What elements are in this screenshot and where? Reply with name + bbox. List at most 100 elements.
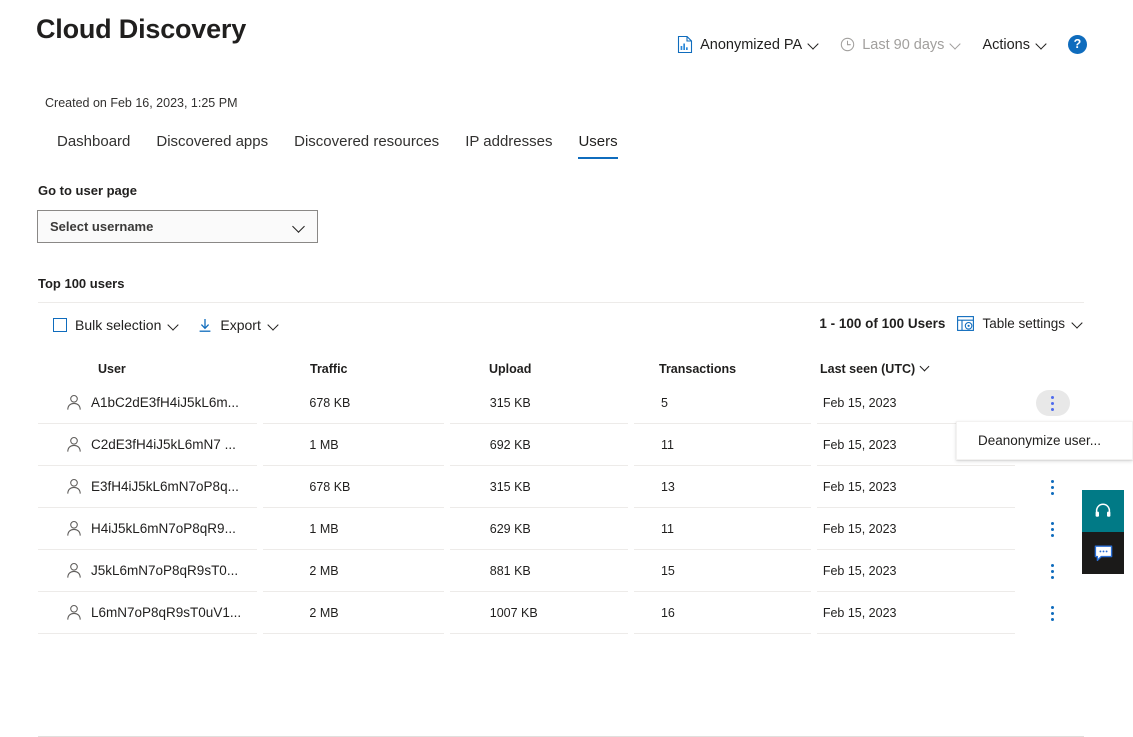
- table-row[interactable]: J5kL6mN7oP8qR9sT0... 2 MB 881 KB 15 Feb …: [38, 550, 1084, 592]
- cell-row-menu: [1021, 508, 1084, 550]
- cell-transactions: 15: [633, 550, 811, 592]
- result-count: 1 - 100 of 100 Users: [819, 316, 946, 331]
- avatar-icon: [66, 436, 82, 453]
- avatar-icon: [66, 478, 82, 495]
- more-options-icon: [1051, 479, 1055, 495]
- cell-last-seen: Feb 15, 2023: [816, 508, 1016, 550]
- column-header-upload[interactable]: Upload: [449, 355, 632, 382]
- tab-discovered-resources[interactable]: Discovered resources: [281, 133, 452, 159]
- table-row[interactable]: C2dE3fH4iJ5kL6mN7 ... 1 MB 692 KB 11 Feb…: [38, 424, 1084, 466]
- table-row[interactable]: H4iJ5kL6mN7oP8qR9... 1 MB 629 KB 11 Feb …: [38, 508, 1084, 550]
- row-menu-button[interactable]: [1036, 600, 1070, 626]
- actions-menu[interactable]: Actions: [972, 34, 1058, 56]
- bulk-selection-label: Bulk selection: [75, 317, 162, 333]
- cell-traffic: 1 MB: [263, 424, 444, 466]
- checkbox-icon[interactable]: [53, 318, 67, 332]
- more-options-icon: [1051, 563, 1055, 579]
- chevron-down-icon: [1073, 318, 1084, 329]
- chevron-down-icon: [169, 320, 180, 331]
- bulk-selection-button[interactable]: Bulk selection: [44, 315, 189, 335]
- cell-user: J5kL6mN7oP8qR9sT0...: [38, 550, 258, 592]
- cell-transactions: 11: [633, 508, 811, 550]
- cell-last-seen: Feb 15, 2023: [816, 382, 1016, 424]
- sort-descending-icon: [921, 363, 932, 374]
- chevron-down-icon: [269, 320, 280, 331]
- chevron-down-icon: [1037, 39, 1048, 50]
- column-header-user[interactable]: User: [38, 355, 264, 382]
- help-icon[interactable]: ?: [1068, 35, 1087, 54]
- cell-last-seen: Feb 15, 2023: [816, 466, 1016, 508]
- headset-icon: [1094, 502, 1112, 520]
- context-menu-item-deanonymize[interactable]: Deanonymize user...: [978, 433, 1101, 448]
- column-header-traffic[interactable]: Traffic: [264, 355, 449, 382]
- cell-transactions: 13: [633, 466, 811, 508]
- cell-traffic: 2 MB: [263, 592, 444, 634]
- report-selector[interactable]: Anonymized PA: [667, 33, 830, 56]
- cell-transactions: 16: [633, 592, 811, 634]
- users-table: User Traffic Upload Transactions Last se…: [38, 355, 1084, 737]
- column-header-menu: [1019, 355, 1084, 382]
- user-name: H4iJ5kL6mN7oP8qR9...: [91, 521, 236, 536]
- chat-icon: [1094, 545, 1113, 562]
- column-header-last-seen[interactable]: Last seen (UTC): [814, 355, 1019, 382]
- tab-dashboard[interactable]: Dashboard: [44, 133, 143, 159]
- cell-upload: 881 KB: [449, 550, 628, 592]
- cell-upload: 629 KB: [449, 508, 628, 550]
- export-label: Export: [220, 317, 261, 333]
- chevron-down-icon: [951, 39, 962, 50]
- cell-user: C2dE3fH4iJ5kL6mN7 ...: [38, 424, 258, 466]
- row-menu-button[interactable]: [1036, 558, 1070, 584]
- date-range-label: Last 90 days: [862, 36, 945, 53]
- table-settings-icon: [957, 316, 975, 331]
- table-row[interactable]: L6mN7oP8qR9sT0uV1... 2 MB 1007 KB 16 Feb…: [38, 592, 1084, 634]
- tab-ip-addresses[interactable]: IP addresses: [452, 133, 565, 159]
- more-options-icon: [1051, 521, 1055, 537]
- cell-user: L6mN7oP8qR9sT0uV1...: [38, 592, 258, 634]
- cell-traffic: 1 MB: [263, 508, 444, 550]
- cell-upload: 315 KB: [449, 466, 628, 508]
- report-selector-label: Anonymized PA: [700, 36, 803, 53]
- cell-transactions: 11: [633, 424, 811, 466]
- user-name: L6mN7oP8qR9sT0uV1...: [91, 605, 242, 620]
- cell-row-menu: [1021, 382, 1084, 424]
- cloud-discovery-page: Cloud Discovery Anonymized PA Last 90 da…: [0, 0, 1133, 737]
- avatar-icon: [66, 520, 82, 537]
- table-row[interactable]: E3fH4iJ5kL6mN7oP8q... 678 KB 315 KB 13 F…: [38, 466, 1084, 508]
- go-to-user-page-label: Go to user page: [38, 183, 137, 198]
- page-title: Cloud Discovery: [36, 14, 247, 44]
- feedback-button[interactable]: [1082, 532, 1124, 574]
- table-row[interactable]: A1bC2dE3fH4iJ5kL6m... 678 KB 315 KB 5 Fe…: [38, 382, 1084, 424]
- tab-users[interactable]: Users: [565, 133, 630, 159]
- user-name: E3fH4iJ5kL6mN7oP8q...: [91, 479, 239, 494]
- table-toolbar-right: 1 - 100 of 100 Users Table settings: [819, 316, 1084, 331]
- cell-upload: 1007 KB: [449, 592, 628, 634]
- chevron-down-icon: [294, 221, 306, 233]
- more-options-icon: [1051, 395, 1055, 411]
- cell-traffic: 678 KB: [263, 382, 444, 424]
- username-select-value: Select username: [50, 219, 154, 234]
- row-menu-button[interactable]: [1036, 516, 1070, 542]
- date-range-selector[interactable]: Last 90 days: [830, 34, 972, 56]
- table-toolbar-left: Bulk selection Export: [44, 315, 289, 335]
- tab-discovered-apps[interactable]: Discovered apps: [143, 133, 281, 159]
- cell-last-seen: Feb 15, 2023: [816, 592, 1016, 634]
- chevron-down-icon: [809, 39, 820, 50]
- cell-user: H4iJ5kL6mN7oP8qR9...: [38, 508, 258, 550]
- header-controls: Anonymized PA Last 90 days Actions ?: [667, 33, 1087, 56]
- table-settings-button[interactable]: Table settings: [957, 316, 1084, 331]
- row-menu-button[interactable]: [1035, 390, 1070, 416]
- cell-row-menu: [1021, 592, 1084, 634]
- column-header-transactions[interactable]: Transactions: [632, 355, 814, 382]
- support-button[interactable]: [1082, 490, 1124, 532]
- avatar-icon: [66, 604, 82, 621]
- row-context-menu: Deanonymize user...: [956, 421, 1133, 460]
- cell-transactions: 5: [633, 382, 811, 424]
- cell-row-menu: [1021, 466, 1084, 508]
- table-settings-label: Table settings: [982, 316, 1065, 331]
- username-select[interactable]: Select username: [37, 210, 318, 243]
- export-button[interactable]: Export: [189, 315, 288, 335]
- cell-user: E3fH4iJ5kL6mN7oP8q...: [38, 466, 258, 508]
- row-menu-button[interactable]: [1036, 474, 1070, 500]
- column-header-last-seen-label: Last seen (UTC): [820, 361, 916, 376]
- download-icon: [198, 318, 212, 333]
